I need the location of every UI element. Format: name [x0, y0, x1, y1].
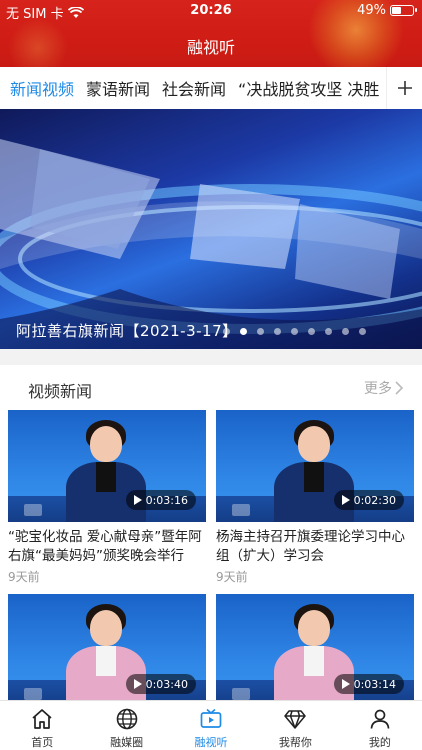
- duration-label: 0:03:14: [353, 677, 396, 691]
- banner-caption: 阿拉善右旗新闻【2021-3-17】: [16, 322, 238, 340]
- carousel-dot[interactable]: [240, 328, 247, 335]
- category-tabs: 新闻视频 蒙语新闻 社会新闻 “决战脱贫攻坚 决胜: [0, 67, 422, 109]
- video-thumbnail[interactable]: 0:03:40: [8, 594, 206, 706]
- nav-help[interactable]: 我帮你: [253, 701, 337, 750]
- page-title: 融视听: [186, 38, 235, 57]
- carousel-dot[interactable]: [308, 328, 315, 335]
- tab-mongolian-news[interactable]: 蒙语新闻: [86, 76, 150, 100]
- bottom-nav: 首页 融媒圈 融视听 我帮你 我的: [0, 700, 422, 750]
- more-link[interactable]: 更多: [364, 378, 404, 398]
- diamond-icon: [284, 710, 307, 729]
- section-header: 视频新闻 更多: [0, 365, 422, 409]
- featured-banner[interactable]: 阿拉善右旗新闻【2021-3-17】: [0, 109, 422, 349]
- video-title[interactable]: 杨海主持召开旗委理论学习中心组（扩大）学习会: [216, 528, 416, 566]
- nav-label: 我的: [368, 736, 391, 749]
- nav-label: 首页: [31, 736, 54, 749]
- play-icon: [341, 495, 350, 505]
- battery-icon: [390, 5, 417, 16]
- video-time: 9天前: [216, 570, 248, 584]
- nav-media-circle[interactable]: 融媒圈: [84, 701, 168, 750]
- video-thumbnail[interactable]: 0:03:16: [8, 410, 206, 522]
- app-header: 无 SIM 卡 20:26 49% 融视听: [0, 0, 422, 67]
- carousel-dot[interactable]: [257, 328, 264, 335]
- duration-label: 0:03:16: [145, 493, 188, 507]
- channel-logo: [232, 688, 250, 700]
- nav-label: 融媒圈: [110, 736, 144, 749]
- anchor-face: [298, 610, 330, 646]
- duration-badge: 0:03:40: [125, 674, 196, 694]
- video-thumbnail[interactable]: 0:02:30: [216, 410, 414, 522]
- anchor-shirt: [96, 462, 116, 492]
- video-news-section: 视频新闻 更多 0:03:16 “驼宝化妆品 爱心献母亲”暨年阿右旗“最美妈妈”…: [0, 365, 422, 706]
- tab-poverty-campaign[interactable]: “决战脱贫攻坚 决胜: [238, 76, 379, 100]
- carousel-dot[interactable]: [291, 328, 298, 335]
- status-bar: 无 SIM 卡 20:26 49%: [0, 0, 422, 22]
- anchor-face: [90, 426, 122, 462]
- anchor-shirt: [96, 646, 116, 676]
- duration-badge: 0:03:16: [125, 490, 196, 510]
- nav-home[interactable]: 首页: [0, 701, 84, 750]
- banner-artwork: [0, 139, 422, 349]
- channel-logo: [24, 504, 42, 516]
- nav-label: 我帮你: [278, 736, 312, 749]
- duration-label: 0:02:30: [353, 493, 396, 507]
- carousel-dot[interactable]: [325, 328, 332, 335]
- more-label: 更多: [364, 381, 392, 397]
- anchor-shirt: [304, 646, 324, 676]
- nav-label: 融视听: [194, 736, 228, 749]
- carousel-dot[interactable]: [274, 328, 281, 335]
- play-icon: [133, 495, 142, 505]
- carousel-dot[interactable]: [223, 328, 230, 335]
- battery-level-fill: [392, 7, 402, 14]
- tab-society-news[interactable]: 社会新闻: [162, 76, 226, 100]
- tv-icon: [200, 708, 222, 728]
- video-time: 9天前: [8, 570, 40, 584]
- play-icon: [341, 679, 350, 689]
- battery-percent: 49%: [357, 3, 386, 18]
- play-icon: [133, 679, 142, 689]
- add-tab-button[interactable]: [386, 67, 422, 109]
- carousel-indicator[interactable]: [223, 328, 366, 335]
- section-title: 视频新闻: [28, 382, 93, 401]
- anchor-shirt: [304, 462, 324, 492]
- video-thumbnail[interactable]: 0:03:14: [216, 594, 414, 706]
- nav-audiovisual[interactable]: 融视听: [169, 701, 253, 750]
- carousel-dot[interactable]: [342, 328, 349, 335]
- duration-badge: 0:02:30: [333, 490, 404, 510]
- channel-logo: [232, 504, 250, 516]
- plus-icon: [397, 81, 412, 95]
- chevron-right-icon: [395, 381, 404, 395]
- person-icon: [370, 709, 390, 729]
- home-icon: [32, 709, 52, 729]
- battery-status: 49%: [357, 3, 417, 18]
- video-title[interactable]: “驼宝化妆品 爱心献母亲”暨年阿右旗“最美妈妈”颁奖晚会举行: [8, 528, 208, 566]
- carousel-dot[interactable]: [359, 328, 366, 335]
- anchor-face: [90, 610, 122, 646]
- globe-icon: [116, 708, 137, 730]
- duration-badge: 0:03:14: [333, 674, 404, 694]
- duration-label: 0:03:40: [145, 677, 188, 691]
- nav-profile[interactable]: 我的: [338, 701, 422, 750]
- tab-news-video[interactable]: 新闻视频: [10, 76, 74, 100]
- anchor-face: [298, 426, 330, 462]
- channel-logo: [24, 688, 42, 700]
